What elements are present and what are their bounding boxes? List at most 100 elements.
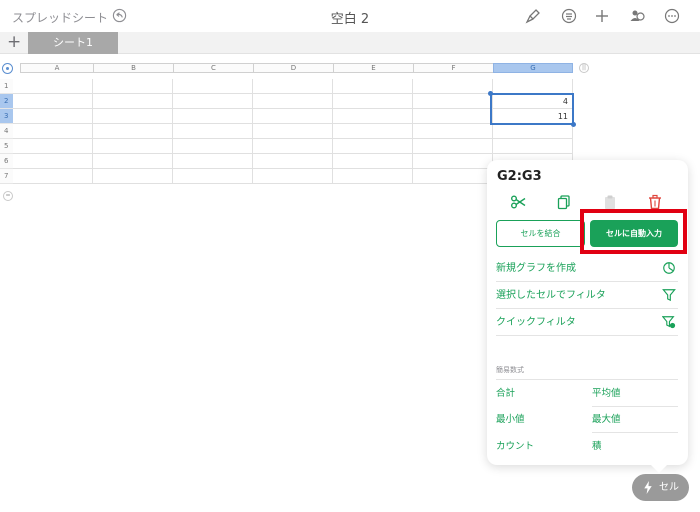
- grid-cell[interactable]: [173, 124, 253, 139]
- more-icon[interactable]: [664, 8, 680, 24]
- grid-cell[interactable]: [413, 109, 493, 124]
- grid-cell[interactable]: [333, 79, 413, 94]
- column-header-c[interactable]: C: [173, 63, 253, 73]
- cell-actions-popover: G2:G3 セルを結合 セルに自動入力 新規グラフを作成 選択したセルでフィルタ: [487, 160, 688, 473]
- cell-actions-label: セル: [659, 482, 679, 493]
- grid-cell[interactable]: [93, 169, 173, 184]
- grid-cell[interactable]: [173, 154, 253, 169]
- quick-formulas-heading: 簡易数式: [496, 366, 524, 374]
- grid-cell[interactable]: [493, 139, 573, 154]
- grid-cell[interactable]: [173, 139, 253, 154]
- plus-icon[interactable]: [594, 8, 610, 24]
- grid-cell[interactable]: [493, 124, 573, 139]
- grid-cell[interactable]: [333, 109, 413, 124]
- grid-cell[interactable]: [413, 154, 493, 169]
- formula-row-2: 最小値 最大値: [496, 406, 678, 433]
- grid-cell[interactable]: [173, 169, 253, 184]
- row-resize-handle[interactable]: =: [3, 191, 13, 201]
- grid-cell[interactable]: [253, 79, 333, 94]
- quick-filter-menu-item[interactable]: クイックフィルタ: [496, 309, 678, 336]
- grid-cell[interactable]: [93, 124, 173, 139]
- row-header-6[interactable]: 6: [0, 154, 13, 169]
- row-header-7[interactable]: 7: [0, 169, 13, 184]
- tab-sheet1[interactable]: シート1: [28, 32, 118, 54]
- grid-cell[interactable]: [333, 154, 413, 169]
- column-header-e[interactable]: E: [333, 63, 413, 73]
- row-header-2[interactable]: 2: [0, 94, 13, 109]
- lightning-icon: [644, 481, 652, 494]
- grid-cell[interactable]: [333, 124, 413, 139]
- grid-cell[interactable]: [13, 139, 93, 154]
- row-header-3[interactable]: 3: [0, 109, 13, 124]
- grid-cell[interactable]: [13, 154, 93, 169]
- count-formula-button[interactable]: カウント: [496, 433, 534, 460]
- grid-cell[interactable]: [253, 154, 333, 169]
- grid-cell[interactable]: [13, 109, 93, 124]
- grid-cell[interactable]: [413, 139, 493, 154]
- grid-cell[interactable]: [173, 94, 253, 109]
- grid-cell[interactable]: [93, 154, 173, 169]
- grid-cell[interactable]: [253, 169, 333, 184]
- merge-cells-button[interactable]: セルを結合: [496, 220, 585, 247]
- autofill-highlight-box: [580, 209, 687, 254]
- new-chart-menu-item[interactable]: 新規グラフを作成: [496, 255, 678, 282]
- selection-box: [490, 93, 574, 125]
- grid-cell[interactable]: [253, 139, 333, 154]
- grid-cell[interactable]: [13, 124, 93, 139]
- selection-handle-bottom[interactable]: [571, 122, 576, 127]
- scissors-icon[interactable]: [510, 194, 526, 210]
- grid-cell[interactable]: [173, 109, 253, 124]
- grid-cell[interactable]: [173, 79, 253, 94]
- filter-selected-menu-item[interactable]: 選択したセルでフィルタ: [496, 282, 678, 309]
- grid-cell[interactable]: [93, 79, 173, 94]
- column-header-f[interactable]: F: [413, 63, 493, 73]
- quick-filter-icon: [662, 316, 676, 329]
- column-header-a[interactable]: A: [20, 63, 93, 73]
- product-formula-button[interactable]: 積: [592, 433, 602, 460]
- grid-cell[interactable]: [253, 109, 333, 124]
- grid-cell[interactable]: [333, 169, 413, 184]
- grid-cell[interactable]: [93, 109, 173, 124]
- grid-cell[interactable]: [413, 94, 493, 109]
- pie-chart-icon: [663, 262, 675, 274]
- collaborate-icon[interactable]: [629, 8, 645, 24]
- column-header-g[interactable]: G: [493, 63, 573, 73]
- formula-row-3: カウント 積: [496, 433, 678, 460]
- min-formula-button[interactable]: 最小値: [496, 406, 525, 433]
- grid-cell[interactable]: [333, 94, 413, 109]
- selection-range-title: G2:G3: [497, 169, 542, 184]
- trash-icon[interactable]: [647, 194, 663, 210]
- grid-cell[interactable]: [253, 94, 333, 109]
- add-sheet-button[interactable]: +: [7, 34, 21, 51]
- row-header-1[interactable]: 1: [0, 79, 13, 94]
- max-formula-button[interactable]: 最大値: [592, 406, 621, 433]
- sum-formula-button[interactable]: 合計: [496, 380, 515, 407]
- row-header-5[interactable]: 5: [0, 139, 13, 154]
- column-header-b[interactable]: B: [93, 63, 173, 73]
- column-resize-handle[interactable]: ||: [579, 63, 589, 73]
- grid-cell[interactable]: [413, 169, 493, 184]
- grid-cell[interactable]: [493, 79, 573, 94]
- paintbrush-icon[interactable]: [525, 8, 541, 24]
- average-formula-button[interactable]: 平均値: [592, 380, 621, 407]
- grid-cell[interactable]: [13, 79, 93, 94]
- grid-cell[interactable]: [93, 139, 173, 154]
- list-icon[interactable]: [561, 8, 577, 24]
- paste-icon: [605, 195, 615, 209]
- grid-cell[interactable]: [253, 124, 333, 139]
- grid-cell[interactable]: [13, 169, 93, 184]
- grid-cell[interactable]: [93, 94, 173, 109]
- select-all-handle[interactable]: [2, 63, 13, 74]
- grid-cell[interactable]: [413, 124, 493, 139]
- selection-handle-top[interactable]: [488, 91, 493, 96]
- grid-cell[interactable]: [333, 139, 413, 154]
- row-header-4[interactable]: 4: [0, 124, 13, 139]
- formula-row-1: 合計 平均値: [496, 379, 678, 407]
- filter-selected-label: 選択したセルでフィルタ: [496, 290, 606, 301]
- grid-cell[interactable]: [413, 79, 493, 94]
- copy-icon[interactable]: [556, 194, 572, 210]
- top-toolbar: スプレッドシート 空白 2: [0, 0, 700, 32]
- column-header-d[interactable]: D: [253, 63, 333, 73]
- grid-cell[interactable]: [13, 94, 93, 109]
- cell-actions-button[interactable]: セル: [632, 474, 689, 501]
